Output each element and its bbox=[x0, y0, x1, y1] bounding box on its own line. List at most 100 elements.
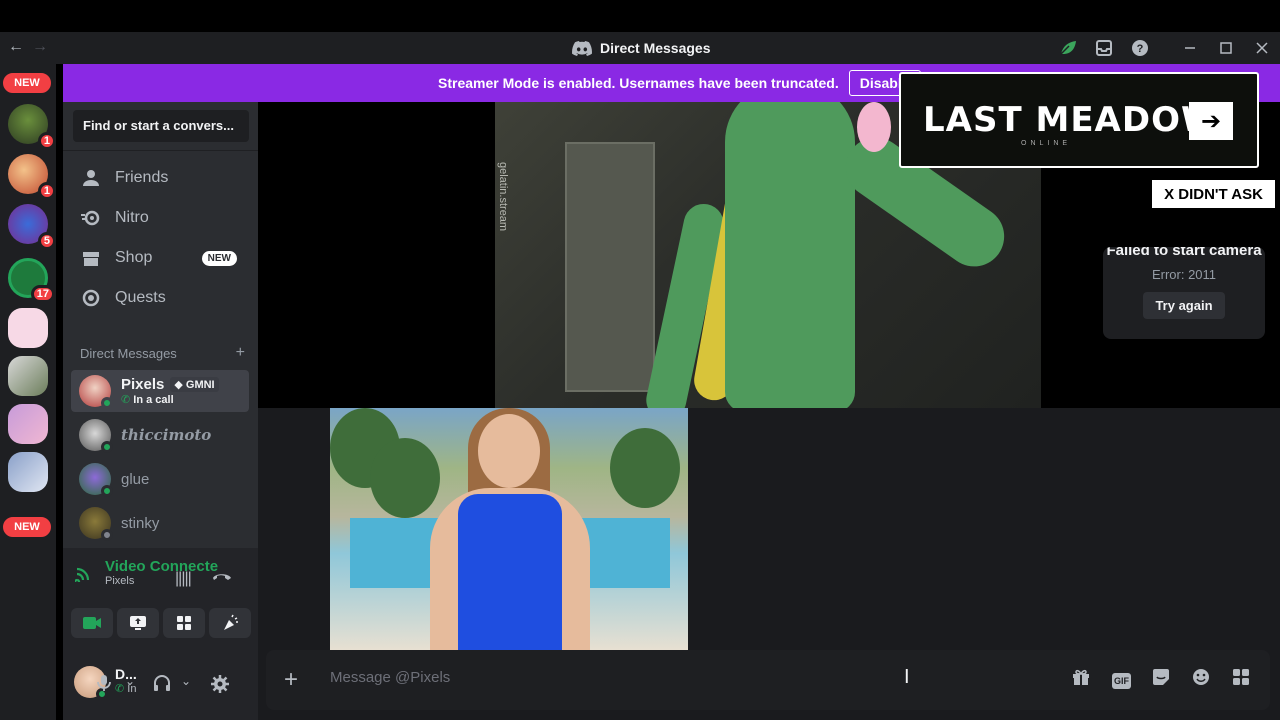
try-again-button[interactable]: Try again bbox=[1143, 292, 1225, 319]
overlay-didnt-ask-label: X DIDN'T ASK bbox=[1152, 180, 1275, 208]
back-arrow-icon[interactable]: ← bbox=[8, 38, 24, 56]
soundboard-button[interactable] bbox=[209, 608, 251, 638]
dm-name: thiccimoto bbox=[121, 426, 212, 444]
video-figure bbox=[725, 102, 855, 408]
server-icon[interactable] bbox=[8, 308, 48, 348]
server-icon[interactable] bbox=[8, 452, 48, 492]
video-figure bbox=[857, 102, 891, 152]
server-icon[interactable] bbox=[8, 356, 48, 396]
settings-gear-icon[interactable] bbox=[210, 674, 230, 699]
guild-tag-badge: ◆ GMNI bbox=[170, 377, 219, 392]
attach-plus-icon[interactable]: + bbox=[284, 666, 298, 694]
forward-arrow-icon[interactable]: → bbox=[32, 38, 48, 56]
server-icon[interactable]: 1 bbox=[8, 104, 56, 150]
message-input[interactable]: Message @Pixels bbox=[330, 669, 450, 686]
screen-share-button[interactable] bbox=[117, 608, 159, 638]
dm-item-stinky[interactable]: stinky bbox=[71, 502, 249, 544]
disconnect-icon[interactable] bbox=[211, 568, 233, 587]
mention-badge: 1 bbox=[37, 182, 56, 200]
camera-error-title: Failed to start camera bbox=[1106, 247, 1262, 259]
server-icon[interactable]: 17 bbox=[8, 258, 55, 303]
phone-icon: ✆ bbox=[121, 394, 131, 406]
sidebar-item-label: Shop bbox=[115, 249, 153, 266]
activities-icon bbox=[177, 616, 191, 630]
nav-arrows: ← → bbox=[8, 38, 48, 56]
discord-logo-icon bbox=[572, 40, 592, 56]
voice-title[interactable]: Video Connecte bbox=[105, 558, 218, 575]
headphones-icon[interactable] bbox=[153, 674, 171, 697]
stream-overlay-ad: LAST MEADOW ONLINE ➔ bbox=[899, 72, 1259, 168]
close-icon[interactable] bbox=[1244, 32, 1280, 64]
dm-sidebar: Find or start a convers... Friends Nitro… bbox=[63, 102, 258, 720]
signal-icon bbox=[75, 567, 90, 582]
video-door bbox=[565, 142, 655, 392]
sidebar-item-label: Nitro bbox=[115, 209, 149, 226]
dm-item-pixels[interactable]: Pixels ◆ GMNI ✆ In a call bbox=[71, 370, 249, 412]
server-icon[interactable]: 5 bbox=[8, 204, 56, 250]
sticker-icon[interactable] bbox=[1152, 668, 1170, 691]
online-status-dot bbox=[101, 441, 113, 453]
new-tag-badge: NEW bbox=[201, 250, 237, 266]
message-composer: + Message @Pixels I GIF bbox=[266, 650, 1270, 710]
banner-text: Streamer Mode is enabled. Usernames have… bbox=[438, 75, 839, 91]
soundboard-icon bbox=[224, 614, 238, 630]
dm-header-label: Direct Messages bbox=[80, 346, 177, 361]
voice-status: Video Connecte Pixels bbox=[75, 558, 218, 587]
mention-badge: 1 bbox=[37, 132, 56, 150]
discord-app: ← → Direct Messages ? NEW 1 1 5 17 NEW S… bbox=[0, 0, 1280, 720]
leaf-icon[interactable] bbox=[1050, 32, 1086, 64]
create-dm-plus-icon[interactable]: + bbox=[236, 345, 245, 361]
video-person bbox=[478, 414, 540, 488]
sidebar-item-friends[interactable]: Friends bbox=[71, 158, 251, 198]
video-palm bbox=[370, 438, 440, 518]
user-panel: D... ✆ In ⌄ ⌄ bbox=[63, 652, 258, 720]
apps-icon[interactable] bbox=[1232, 668, 1250, 691]
video-tile-user[interactable] bbox=[330, 408, 688, 650]
dm-sidebar-content: Find or start a convers... Friends Nitro… bbox=[63, 102, 258, 548]
dm-item-glue[interactable]: glue bbox=[71, 458, 249, 500]
server-icon[interactable]: 1 bbox=[8, 154, 56, 200]
maximize-icon[interactable] bbox=[1208, 32, 1244, 64]
camera-error-code: Error: 2011 bbox=[1151, 267, 1217, 282]
server-list: NEW 1 1 5 17 NEW bbox=[0, 64, 56, 720]
top-black-band bbox=[0, 0, 1280, 32]
sidebar-item-shop[interactable]: Shop NEW bbox=[71, 238, 251, 278]
svg-text:?: ? bbox=[1137, 43, 1144, 55]
online-status-dot bbox=[101, 485, 113, 497]
noise-suppression-icon[interactable]: ||||| bbox=[175, 570, 192, 588]
sidebar-item-nitro[interactable]: Nitro bbox=[71, 198, 251, 238]
gif-icon[interactable]: GIF bbox=[1112, 668, 1131, 689]
new-unread-pill[interactable]: NEW bbox=[0, 70, 54, 96]
help-icon[interactable]: ? bbox=[1122, 32, 1158, 64]
avatar bbox=[79, 507, 113, 541]
minimize-icon[interactable] bbox=[1172, 32, 1208, 64]
microphone-icon[interactable] bbox=[97, 674, 111, 697]
camera-button[interactable] bbox=[71, 608, 113, 638]
voice-connection-panel: Video Connecte Pixels ||||| bbox=[63, 548, 258, 652]
find-conversation-input[interactable]: Find or start a convers... bbox=[73, 110, 249, 142]
server-icon[interactable] bbox=[8, 404, 48, 444]
dm-item-thiccimoto[interactable]: thiccimoto bbox=[71, 414, 249, 456]
sidebar-item-label: Quests bbox=[115, 289, 166, 306]
ad-subtitle: ONLINE bbox=[1021, 140, 1072, 147]
guild-tag-text: GMNI bbox=[185, 379, 215, 391]
emoji-icon[interactable] bbox=[1192, 668, 1210, 691]
offline-status-dot bbox=[101, 529, 113, 541]
video-person bbox=[458, 494, 562, 650]
dm-name: glue bbox=[121, 470, 150, 488]
mention-badge: 5 bbox=[37, 232, 56, 250]
gift-icon[interactable] bbox=[1072, 668, 1090, 691]
chevron-down-icon[interactable]: ⌄ bbox=[125, 674, 135, 688]
activities-button[interactable] bbox=[163, 608, 205, 638]
text-cursor-icon: I bbox=[904, 666, 910, 688]
title-bar-controls: ? bbox=[1050, 32, 1280, 64]
inbox-icon[interactable] bbox=[1086, 32, 1122, 64]
gif-label: GIF bbox=[1112, 673, 1131, 689]
new-unread-pill[interactable]: NEW bbox=[0, 514, 54, 540]
camera-icon bbox=[83, 617, 101, 629]
sidebar-item-quests[interactable]: Quests bbox=[71, 278, 251, 318]
avatar bbox=[79, 419, 113, 453]
shop-icon bbox=[81, 248, 101, 268]
chevron-down-icon[interactable]: ⌄ bbox=[181, 674, 191, 688]
divider bbox=[63, 150, 258, 151]
